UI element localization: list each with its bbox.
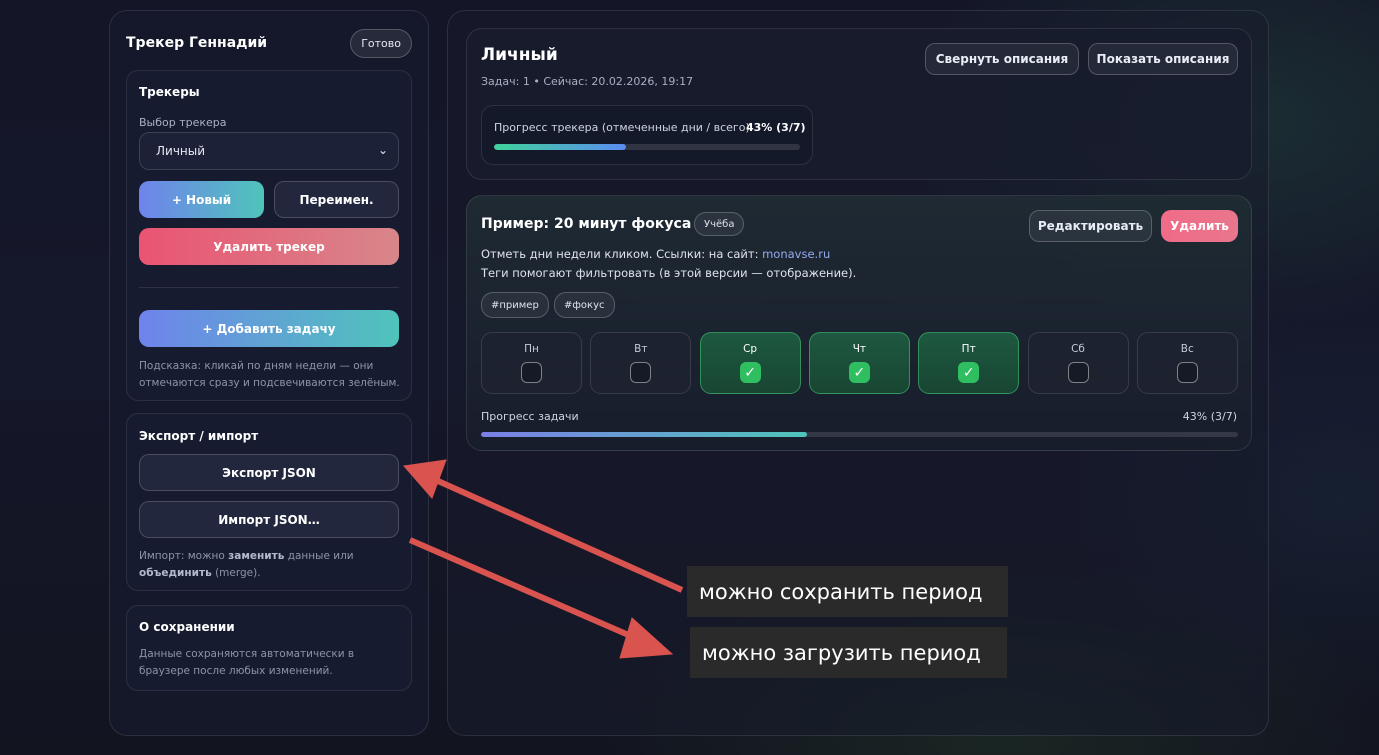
- task-progress-value: 43% (3/7): [1182, 410, 1237, 423]
- day-label: Вт: [634, 343, 648, 355]
- tracker-select[interactable]: Личный ⌄: [139, 132, 399, 170]
- tracker-progress-card: Прогресс трекера (отмеченные дни / всего…: [481, 105, 813, 165]
- site-link[interactable]: monavse.ru: [762, 247, 830, 261]
- tracker-select-value: Личный: [156, 144, 206, 158]
- trackers-hint: Подсказка: кликай по дням недели — они о…: [139, 360, 400, 389]
- import-json-button[interactable]: Импорт JSON…: [139, 501, 399, 538]
- day-label: Ср: [743, 343, 758, 355]
- tracker-header: Личный Задач: 1 • Сейчас: 20.02.2026, 19…: [466, 28, 1252, 180]
- task-card: Пример: 20 минут фокуса Учёба Редактиров…: [466, 195, 1252, 451]
- task-description-line1: Отметь дни недели кликом. Ссылки: на сай…: [481, 247, 831, 261]
- day-checkbox[interactable]: [1176, 362, 1198, 383]
- day-toggle[interactable]: Пн: [481, 332, 582, 394]
- app-title: Трекер Геннадий: [126, 35, 268, 51]
- day-label: Сб: [1071, 343, 1085, 355]
- category-badge: Учёба: [694, 212, 745, 236]
- day-label: Пн: [524, 343, 539, 355]
- tracker-progress-fill: [494, 144, 626, 150]
- task-title: Пример: 20 минут фокуса: [481, 216, 692, 232]
- show-descriptions-button[interactable]: Показать описания: [1088, 43, 1238, 75]
- day-toggle[interactable]: Пт ✓: [918, 332, 1020, 394]
- delete-task-button[interactable]: Удалить: [1161, 210, 1238, 242]
- day-checkbox[interactable]: ✓: [848, 362, 870, 383]
- day-checkbox[interactable]: [521, 362, 542, 383]
- day-checkbox[interactable]: ✓: [739, 362, 761, 383]
- tracker-progress-bar: [494, 144, 800, 150]
- tracker-progress-value: 43% (3/7): [746, 121, 806, 134]
- add-task-button[interactable]: + Добавить задачу: [139, 310, 399, 347]
- saving-title: О сохранении: [139, 620, 235, 634]
- done-button[interactable]: Готово: [350, 29, 412, 58]
- edit-task-button[interactable]: Редактировать: [1029, 210, 1152, 242]
- task-progress-bar: [481, 432, 1238, 437]
- task-progress-fill: [481, 432, 807, 437]
- delete-tracker-button[interactable]: Удалить трекер: [139, 228, 399, 265]
- page-title: Личный: [481, 45, 558, 65]
- day-checkbox[interactable]: ✓: [958, 362, 980, 383]
- tracker-progress-label: Прогресс трекера (отмеченные дни / всего…: [494, 121, 750, 134]
- day-toggle[interactable]: Вт: [590, 332, 692, 394]
- save-callout: можно сохранить период: [687, 566, 1008, 617]
- export-json-button[interactable]: Экспорт JSON: [139, 454, 399, 491]
- day-toggle[interactable]: Сб: [1027, 332, 1129, 394]
- export-card: Экспорт / импорт Экспорт JSON Импорт JSO…: [126, 413, 412, 591]
- day-checkbox[interactable]: [630, 362, 652, 383]
- divider: [139, 287, 399, 288]
- day-checkbox[interactable]: [1067, 362, 1089, 383]
- day-toggle[interactable]: Ср ✓: [699, 332, 801, 394]
- day-label: Вс: [1180, 343, 1194, 355]
- load-callout: можно загрузить период: [690, 627, 1007, 678]
- sidebar: Трекер Геннадий Готово Трекеры Выбор тре…: [109, 10, 429, 736]
- trackers-title: Трекеры: [139, 85, 200, 99]
- rename-tracker-button[interactable]: Переимен.: [274, 181, 399, 218]
- day-label: Пт: [961, 343, 976, 355]
- task-progress-label: Прогресс задачи: [481, 410, 579, 423]
- tracker-select-label: Выбор трекера: [139, 116, 227, 129]
- tag-chip[interactable]: #пример: [481, 292, 549, 318]
- tag-chip[interactable]: #фокус: [554, 292, 615, 318]
- day-label: Чт: [852, 343, 867, 355]
- export-hint: Импорт: можно заменить данные или объеди…: [139, 550, 354, 579]
- chevron-down-icon: ⌄: [377, 143, 388, 157]
- saving-text: Данные сохраняются автоматически в брауз…: [139, 648, 355, 677]
- export-title: Экспорт / импорт: [139, 429, 259, 443]
- sidebar-header: Трекер Геннадий Готово: [126, 29, 412, 59]
- day-toggle[interactable]: Вс: [1136, 332, 1238, 394]
- new-tracker-button[interactable]: + Новый: [139, 181, 264, 218]
- saving-card: О сохранении Данные сохраняются автомати…: [126, 605, 412, 691]
- trackers-card: Трекеры Выбор трекера Личный ⌄ + Новый П…: [126, 70, 412, 401]
- task-description-line2: Теги помогают фильтровать (в этой версии…: [481, 266, 857, 280]
- day-toggle[interactable]: Чт ✓: [808, 332, 910, 394]
- tracker-meta: Задач: 1 • Сейчас: 20.02.2026, 19:17: [481, 75, 694, 88]
- collapse-descriptions-button[interactable]: Свернуть описания: [925, 43, 1079, 75]
